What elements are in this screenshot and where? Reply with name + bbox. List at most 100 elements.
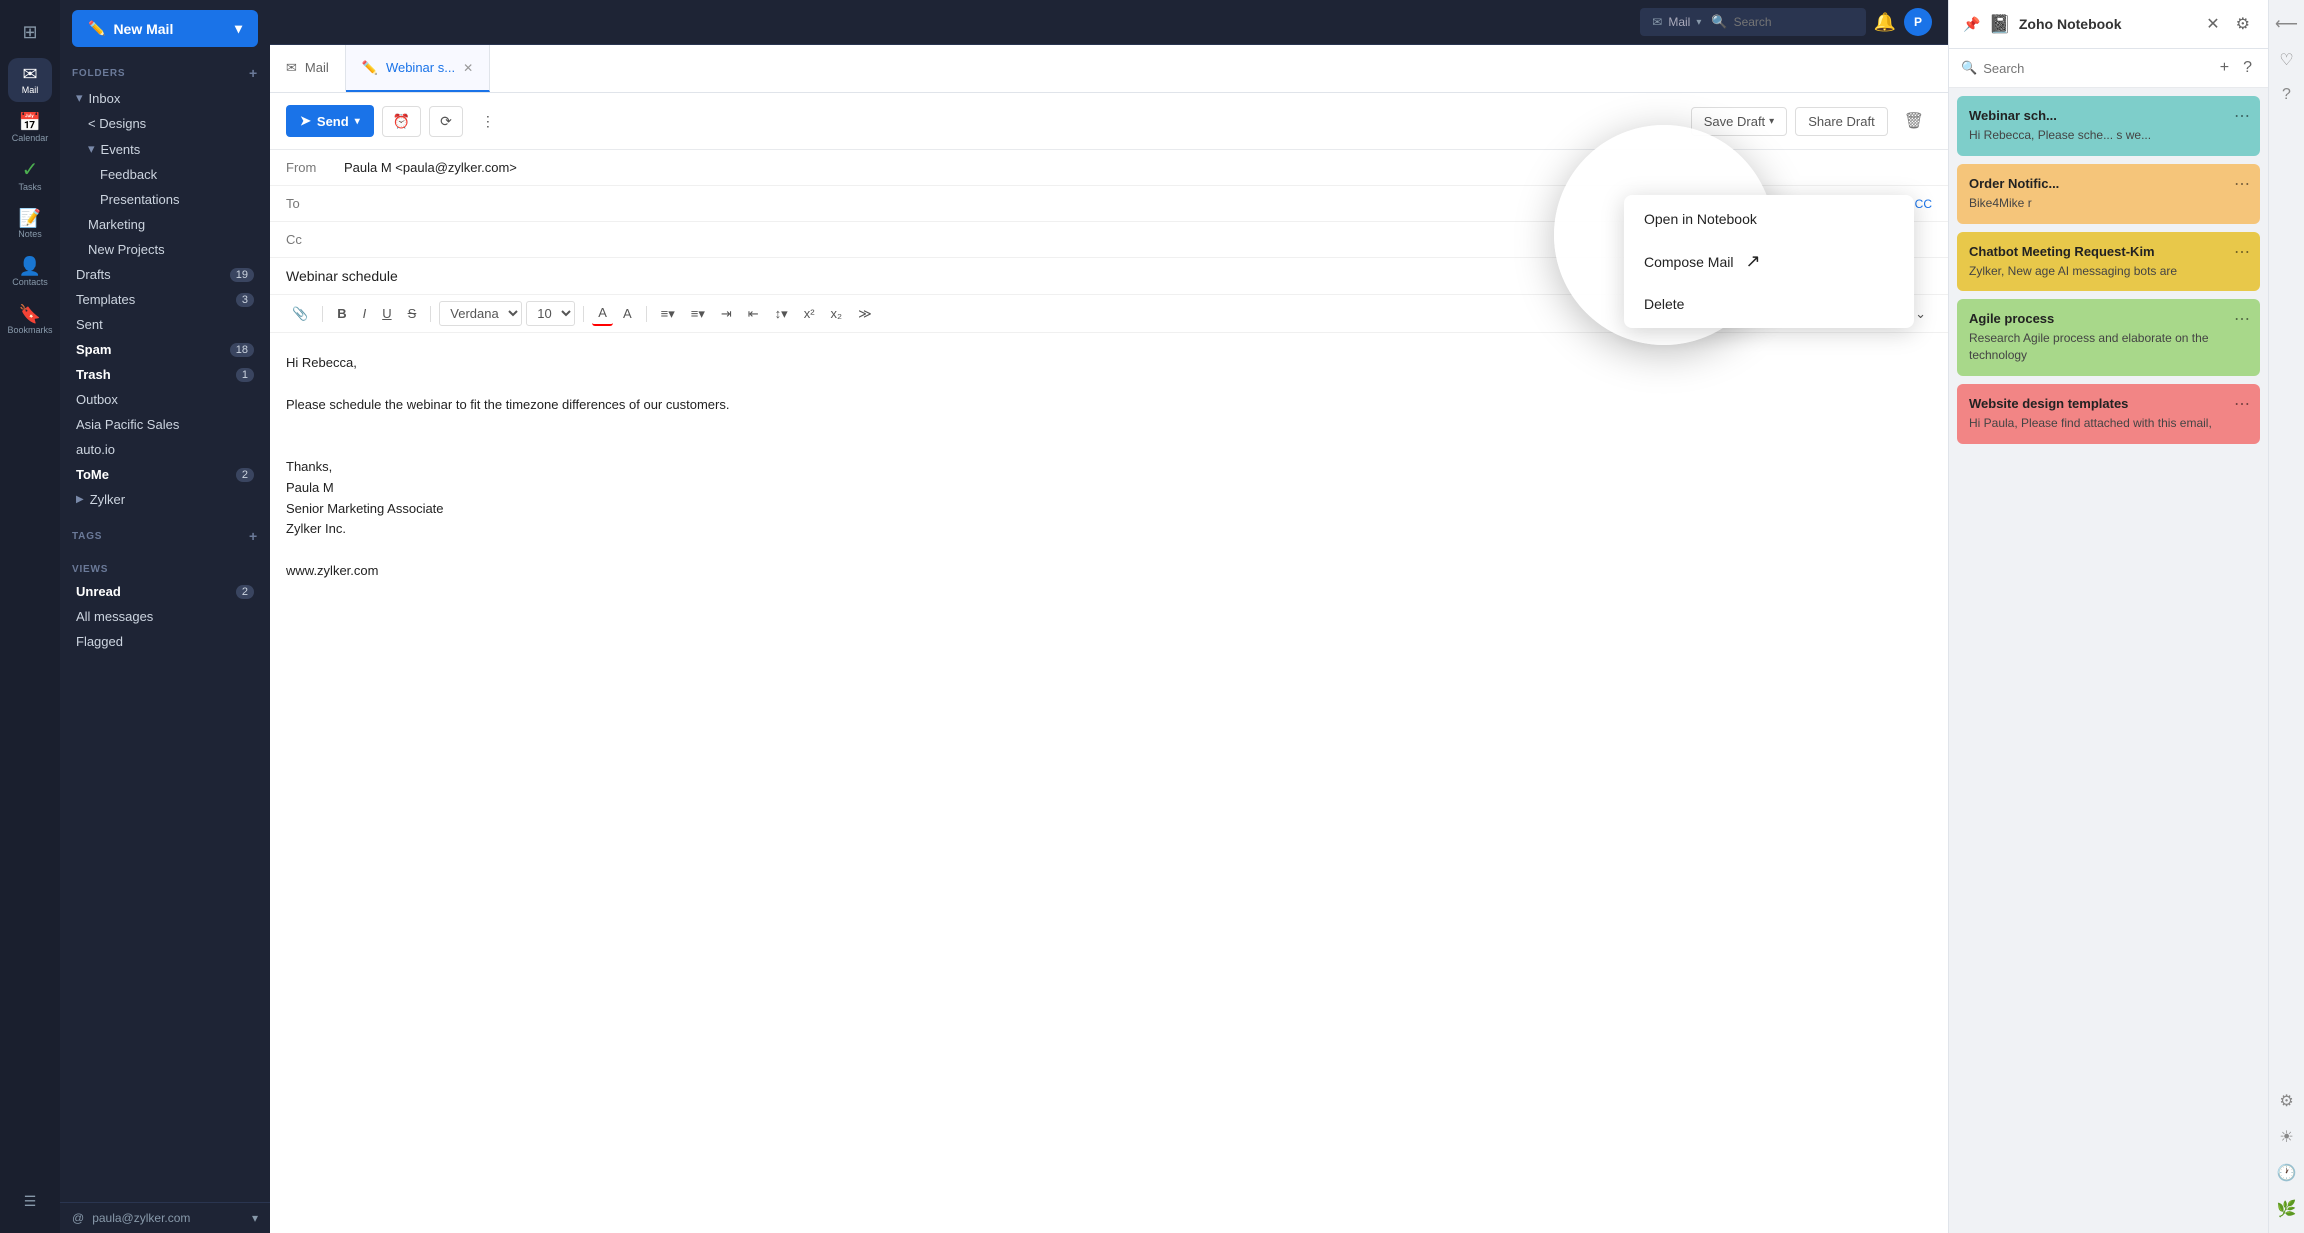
search-bar[interactable]: ✉ Mail ▾ 🔍 — [1640, 8, 1865, 36]
sidebar-item-templates[interactable]: Templates 3 — [64, 287, 266, 312]
italic-button[interactable]: I — [357, 302, 373, 325]
theme-icon[interactable]: ☀ — [2275, 1123, 2297, 1151]
sidebar-item-mail[interactable]: ✉ Mail — [8, 58, 52, 102]
sidebar-toggle-icon[interactable]: ⟵ — [2271, 10, 2302, 38]
sidebar-item-unread[interactable]: Unread 2 — [64, 579, 266, 604]
note-card-webinar[interactable]: ⋯ Webinar sch... Hi Rebecca, Please sche… — [1957, 96, 2260, 156]
sidebar-item-contacts[interactable]: 👤 Contacts — [8, 250, 52, 294]
font-color-button[interactable]: A — [592, 301, 613, 326]
user-account-area[interactable]: @ paula@zylker.com ▾ — [60, 1202, 270, 1233]
body-signature-thanks: Thanks, — [286, 457, 1932, 478]
context-open-notebook[interactable]: Open in Notebook — [1624, 199, 1914, 239]
email-body[interactable]: Hi Rebecca, Please schedule the webinar … — [270, 333, 1948, 1233]
sidebar-item-tasks[interactable]: ✓ Tasks — [8, 154, 52, 198]
more-format-button[interactable]: ≫ — [852, 302, 878, 326]
sidebar-item-auto-io[interactable]: auto.io — [64, 437, 266, 462]
schedule-send-button[interactable]: ⏰ — [382, 106, 421, 137]
attachment-icon[interactable]: 📎 — [286, 302, 314, 326]
strikethrough-button[interactable]: S — [402, 302, 423, 325]
notebook-search-input[interactable] — [1983, 61, 2210, 76]
notebook-pin-icon[interactable]: 📌 — [1963, 16, 1980, 33]
add-folder-icon[interactable]: + — [249, 65, 258, 81]
sidebar-item-feedback[interactable]: Feedback — [64, 162, 266, 187]
highlight-button[interactable]: A — [617, 302, 638, 325]
clock-icon[interactable]: 🕐 — [2273, 1159, 2301, 1187]
align-button[interactable]: ≡▾ — [655, 302, 681, 326]
sidebar-item-grid[interactable]: ⊞ — [8, 10, 52, 54]
note-menu-chatbot-icon[interactable]: ⋯ — [2234, 242, 2250, 262]
bold-button[interactable]: B — [331, 302, 352, 325]
underline-button[interactable]: U — [376, 302, 397, 325]
sidebar-item-calendar[interactable]: 📅 Calendar — [8, 106, 52, 150]
sidebar-item-notes[interactable]: 📝 Notes — [8, 202, 52, 246]
sidebar-item-zylker[interactable]: ▶ Zylker — [64, 487, 266, 512]
search-scope-chevron: ▾ — [1696, 17, 1701, 28]
right-help-icon[interactable]: ? — [2278, 82, 2295, 108]
views-label: VIEWS — [72, 564, 108, 575]
note-menu-order-icon[interactable]: ⋯ — [2234, 174, 2250, 194]
new-mail-chevron-icon: ▾ — [235, 20, 242, 37]
new-mail-button[interactable]: ✏️ New Mail ▾ — [72, 10, 258, 47]
tab-webinar-close-icon[interactable]: ✕ — [463, 61, 473, 75]
template-icon: ⟳ — [440, 113, 452, 129]
indent-button[interactable]: ⇥ — [715, 302, 738, 326]
list-button[interactable]: ≡▾ — [685, 302, 711, 326]
sidebar-collapse-btn[interactable]: ☰ — [8, 1179, 52, 1223]
note-menu-agile-icon[interactable]: ⋯ — [2234, 309, 2250, 329]
sidebar-item-flagged[interactable]: Flagged — [64, 629, 266, 654]
delete-label: Delete — [1644, 296, 1684, 312]
note-card-chatbot[interactable]: ⋯ Chatbot Meeting Request-Kim Zylker, Ne… — [1957, 232, 2260, 292]
notebook-search-bar[interactable]: 🔍 + ? — [1949, 49, 2268, 88]
subscript-button[interactable]: x₂ — [825, 302, 849, 325]
zylker-collapse-icon: ▶ — [76, 494, 84, 505]
sidebar-item-marketing[interactable]: Marketing — [64, 212, 266, 237]
sidebar-item-events[interactable]: ▾ Events — [64, 136, 266, 162]
heart-icon[interactable]: ♡ — [2275, 46, 2297, 74]
notebook-help-button[interactable]: ? — [2239, 57, 2256, 79]
font-size-select[interactable]: 10 — [526, 301, 575, 326]
search-input[interactable] — [1734, 15, 1854, 29]
note-card-website[interactable]: ⋯ Website design templates Hi Paula, Ple… — [1957, 384, 2260, 444]
save-draft-button[interactable]: Save Draft ▾ — [1691, 107, 1787, 136]
sidebar-item-trash[interactable]: Trash 1 — [64, 362, 266, 387]
sidebar-item-inbox[interactable]: ▾ Inbox — [64, 85, 266, 111]
more-options-button[interactable]: ⋮ — [471, 107, 505, 136]
sidebar-item-presentations[interactable]: Presentations — [64, 187, 266, 212]
send-button[interactable]: ➤ Send ▾ — [286, 105, 374, 137]
add-tag-icon[interactable]: + — [249, 528, 258, 544]
user-avatar[interactable]: P — [1904, 8, 1932, 36]
tab-webinar[interactable]: ✏️ Webinar s... ✕ — [346, 45, 490, 92]
tab-mail[interactable]: ✉ Mail — [270, 45, 346, 92]
line-spacing-button[interactable]: ↕▾ — [769, 302, 794, 326]
notebook-header: 📌 📓 Zoho Notebook ✕ ⚙ — [1949, 0, 2268, 49]
sidebar-item-spam[interactable]: Spam 18 — [64, 337, 266, 362]
delete-compose-button[interactable]: 🗑 — [1896, 107, 1932, 135]
notebook-settings-button[interactable]: ⚙ — [2232, 12, 2254, 36]
notification-bell-icon[interactable]: 🔔 — [1874, 12, 1896, 33]
context-delete[interactable]: Delete — [1624, 284, 1914, 324]
note-menu-webinar-icon[interactable]: ⋯ — [2234, 106, 2250, 126]
sidebar-item-designs[interactable]: < Designs — [64, 111, 266, 136]
notebook-close-button[interactable]: ✕ — [2202, 12, 2223, 36]
collapse-icon-btn[interactable]: ☰ — [8, 1179, 52, 1223]
outdent-button[interactable]: ⇤ — [742, 302, 765, 326]
sidebar-item-bookmarks[interactable]: 🔖 Bookmarks — [8, 298, 52, 342]
settings-icon[interactable]: ⚙ — [2275, 1087, 2297, 1115]
sidebar-item-drafts[interactable]: Drafts 19 — [64, 262, 266, 287]
note-card-order[interactable]: ⋯ Order Notific... Bike4Mike r — [1957, 164, 2260, 224]
font-family-select[interactable]: Verdana — [439, 301, 522, 326]
plant-icon[interactable]: 🌿 — [2273, 1195, 2301, 1223]
sidebar-item-sent[interactable]: Sent — [64, 312, 266, 337]
template-button[interactable]: ⟳ — [429, 106, 463, 137]
note-card-agile[interactable]: ⋯ Agile process Research Agile process a… — [1957, 299, 2260, 376]
sidebar-item-all-messages[interactable]: All messages — [64, 604, 266, 629]
context-compose-mail[interactable]: Compose Mail ↗ — [1624, 239, 1914, 284]
superscript-button[interactable]: x² — [798, 302, 821, 325]
sidebar-item-tome[interactable]: ToMe 2 — [64, 462, 266, 487]
sidebar-item-asia-pacific[interactable]: Asia Pacific Sales — [64, 412, 266, 437]
sidebar-item-outbox[interactable]: Outbox — [64, 387, 266, 412]
share-draft-button[interactable]: Share Draft — [1795, 107, 1887, 136]
sidebar-item-new-projects[interactable]: New Projects — [64, 237, 266, 262]
notebook-add-button[interactable]: + — [2216, 57, 2233, 79]
note-menu-website-icon[interactable]: ⋯ — [2234, 394, 2250, 414]
